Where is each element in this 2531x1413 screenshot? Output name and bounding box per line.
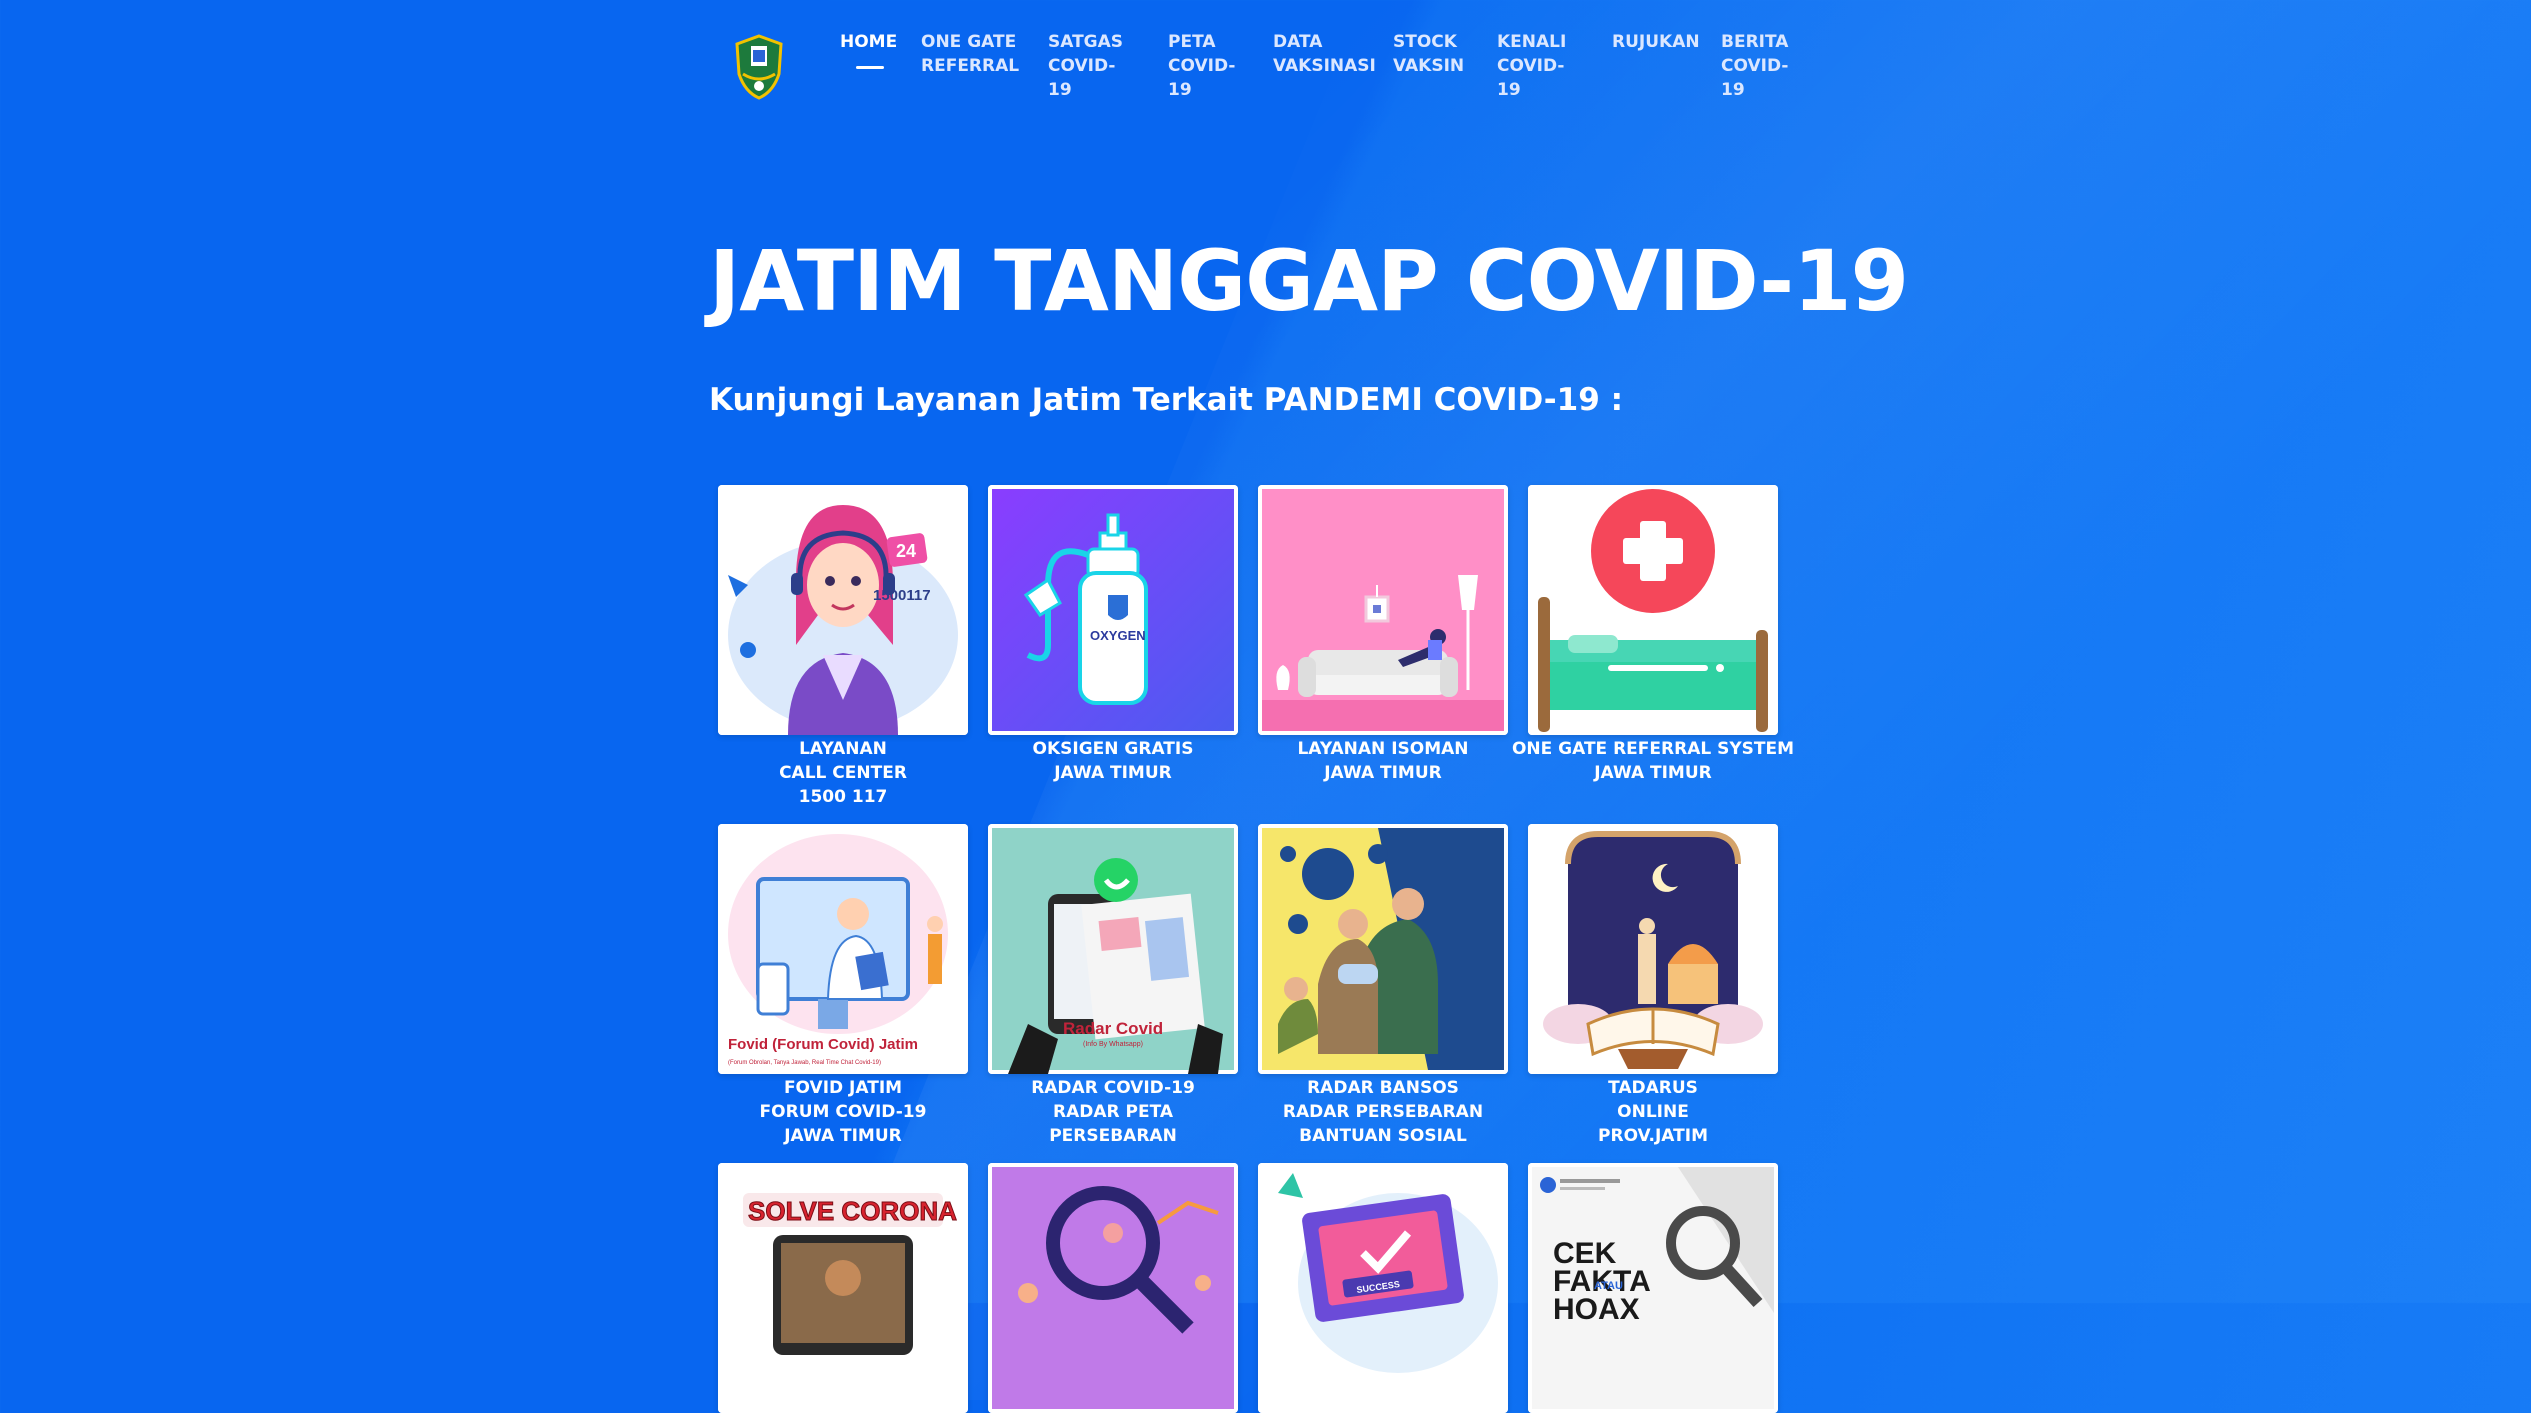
card-solve-corona[interactable]: SOLVE CORONA — [718, 1163, 968, 1413]
fovid-banner-subtext: (Forum Obrolan, Tanya Jawab, Real Time C… — [728, 1060, 881, 1066]
isoman-illustration — [1258, 485, 1508, 735]
phone-number-text: 1500117 — [873, 587, 931, 604]
page-title: JATIM TANGGAP COVID-19 — [709, 232, 1909, 330]
card-caption: RADAR COVID-19 RADAR PETA PERSEBARAN — [1031, 1078, 1195, 1146]
nav-satgas-covid[interactable]: SATGAS COVID-19 — [1048, 30, 1123, 102]
card-caption: RADAR BANSOS RADAR PERSEBARAN BANTUAN SOSI… — [1282, 1078, 1484, 1146]
card-radar-covid[interactable]: Radar Covid (Info By Whatsapp) RADAR COV… — [988, 824, 1238, 1148]
nav-rujukan[interactable]: RUJUKAN — [1612, 30, 1700, 54]
page-subtitle: Kunjungi Layanan Jatim Terkait PANDEMI C… — [709, 382, 1623, 418]
card-success-vote[interactable]: SUCCESS — [1258, 1163, 1508, 1413]
nav-one-gate-referral[interactable]: ONE GATE REFERRAL — [921, 30, 1019, 78]
card-caption: LAYANAN ISOMAN JAWA TIMUR — [1297, 739, 1469, 783]
solve-corona-title-text: SOLVE CORONA — [748, 1196, 957, 1226]
nav-data-vaksinasi[interactable]: DATA VAKSINASI — [1273, 30, 1376, 78]
success-illustration: SUCCESS — [1258, 1163, 1508, 1413]
nav-home[interactable]: HOME — [840, 30, 897, 69]
nav-kenali-covid[interactable]: KENALI COVID-19 — [1497, 30, 1566, 102]
card-caption: OKSIGEN GRATIS JAWA TIMUR — [1032, 739, 1194, 783]
card-caption: FOVID JATIM FORUM COVID-19 JAWA TIMUR — [759, 1078, 927, 1146]
fovid-illustration: Fovid (Forum Covid) Jatim (Forum Obrolan… — [718, 824, 968, 1074]
oxygen-illustration: OXYGEN — [988, 485, 1238, 735]
card-caption: TADARUS ONLINE PROV.JATIM — [1598, 1078, 1708, 1146]
search-data-illustration — [988, 1163, 1238, 1413]
cek-fakta-illustration: CEK FAKTA HOAX ATAU — [1528, 1163, 1778, 1413]
jatim-logo[interactable] — [733, 34, 785, 100]
card-fovid-jatim[interactable]: Fovid (Forum Covid) Jatim (Forum Obrolan… — [718, 824, 968, 1148]
nav-active-indicator — [856, 66, 884, 69]
atau-text: ATAU — [1594, 1280, 1623, 1292]
card-search-data[interactable] — [988, 1163, 1238, 1413]
card-one-gate-referral[interactable]: ONE GATE REFERRAL SYSTEM JAWA TIMUR — [1512, 485, 1794, 785]
radar-banner-subtext: (Info By Whatsapp) — [1083, 1041, 1143, 1048]
radar-bansos-illustration — [1258, 824, 1508, 1074]
card-layanan-isoman[interactable]: LAYANAN ISOMAN JAWA TIMUR — [1258, 485, 1508, 785]
card-caption: LAYANAN CALL CENTER 1500 117 — [779, 739, 907, 807]
oxygen-label-text: OXYGEN — [1090, 628, 1146, 643]
nav-stock-vaksin[interactable]: STOCK VAKSIN — [1393, 30, 1464, 78]
nav-peta-covid[interactable]: PETA COVID- 19 — [1168, 30, 1235, 102]
radar-banner-text: Radar Covid — [1063, 1019, 1163, 1038]
badge-24-text: 24 — [896, 541, 916, 561]
page-container: HOME ONE GATE REFERRAL SATGAS COVID-19 P… — [709, 0, 1909, 1413]
card-oksigen-gratis[interactable]: OXYGEN OKSIGEN GRATIS JAWA TIMUR — [988, 485, 1238, 785]
solve-corona-illustration: SOLVE CORONA — [718, 1163, 968, 1413]
radar-covid-illustration: Radar Covid (Info By Whatsapp) — [988, 824, 1238, 1074]
hospital-bed-illustration — [1528, 485, 1778, 735]
card-tadarus-online[interactable]: TADARUS ONLINE PROV.JATIM — [1528, 824, 1778, 1148]
card-caption: ONE GATE REFERRAL SYSTEM JAWA TIMUR — [1511, 739, 1795, 783]
nav-berita-covid[interactable]: BERITA COVID-19 — [1721, 30, 1788, 102]
card-radar-bansos[interactable]: RADAR BANSOS RADAR PERSEBARAN BANTUAN SOSI… — [1258, 824, 1508, 1148]
card-call-center[interactable]: 24 1500117 LAYANAN CALL CENTER 1500 117 — [718, 485, 968, 809]
fovid-banner-text: Fovid (Forum Covid) Jatim — [728, 1036, 918, 1053]
tadarus-illustration — [1528, 824, 1778, 1074]
call-center-illustration: 24 1500117 — [718, 485, 968, 735]
card-cek-fakta-hoax[interactable]: CEK FAKTA HOAX ATAU — [1528, 1163, 1778, 1413]
